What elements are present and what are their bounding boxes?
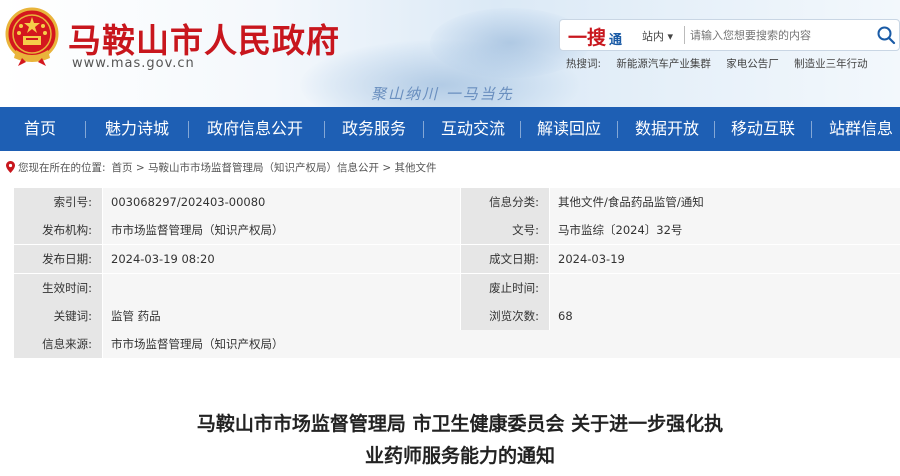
nav-separator: [520, 121, 521, 138]
search-input[interactable]: [690, 25, 870, 45]
meta-label: 发布机构:: [14, 216, 102, 244]
search-box: 一搜通 站内 ▾: [559, 19, 900, 51]
meta-value: [550, 274, 900, 302]
nav-item-interaction[interactable]: 互动交流: [441, 107, 505, 151]
nav-separator: [617, 121, 618, 138]
nav-item-mobile[interactable]: 移动互联: [731, 107, 795, 151]
meta-label: 信息分类:: [461, 188, 549, 216]
meta-value: [103, 274, 460, 302]
search-divider: [684, 26, 685, 44]
meta-label: 浏览次数:: [461, 302, 549, 330]
table-row: 生效时间: 废止时间:: [14, 274, 900, 302]
search-scope-dropdown[interactable]: 站内 ▾: [642, 28, 673, 44]
search-logo: 一搜通: [568, 23, 622, 50]
location-pin-icon: [6, 161, 15, 173]
hot-search-term[interactable]: 制造业三年行动: [794, 58, 868, 70]
meta-value: 市市场监督管理局（知识产权局）: [103, 330, 900, 358]
meta-label: 关键词:: [14, 302, 102, 330]
nav-item-site-group[interactable]: 站群信息: [829, 107, 893, 151]
nav-separator: [423, 121, 424, 138]
article-title: 马鞍山市市场监督管理局 市卫生健康委员会 关于进一步强化执 业药师服务能力的通知: [150, 408, 770, 472]
search-icon[interactable]: [876, 25, 896, 45]
meta-value: 68: [550, 302, 900, 330]
meta-label: 文号:: [461, 216, 549, 244]
meta-value: 其他文件/食品药品监管/通知: [550, 188, 900, 216]
site-header: 马鞍山市人民政府 www.mas.gov.cn 聚山纳川 一马当先 一搜通 站内…: [0, 0, 900, 107]
breadcrumb: 您现在所在的位置: 首页 > 马鞍山市市场监督管理局（知识产权局）信息公开 > 其…: [6, 160, 437, 175]
meta-label: 发布日期:: [14, 245, 102, 273]
table-row: 信息来源: 市市场监督管理局（知识产权局）: [14, 330, 900, 358]
nav-item-open-data[interactable]: 数据开放: [635, 107, 699, 151]
meta-value: 市市场监督管理局（知识产权局）: [103, 216, 460, 244]
nav-item-gov-info[interactable]: 政府信息公开: [207, 107, 303, 151]
nav-separator: [324, 121, 325, 138]
table-row: 发布日期: 2024-03-19 08:20 成文日期: 2024-03-19: [14, 245, 900, 273]
nav-separator: [85, 121, 86, 138]
national-emblem-icon: [5, 7, 59, 66]
meta-label: 信息来源:: [14, 330, 102, 358]
meta-label: 成文日期:: [461, 245, 549, 273]
nav-separator: [714, 121, 715, 138]
search-logo-sub: 通: [609, 33, 623, 48]
site-title[interactable]: 马鞍山市人民政府: [68, 14, 340, 62]
nav-separator: [811, 121, 812, 138]
nav-item-interpretation[interactable]: 解读回应: [537, 107, 601, 151]
main-nav: 首页 魅力诗城 政府信息公开 政务服务 互动交流 解读回应 数据开放 移动互联 …: [0, 107, 900, 151]
meta-value: 2024-03-19 08:20: [103, 245, 460, 273]
table-row: 关键词: 监管 药品 浏览次数: 68: [14, 302, 900, 330]
table-row: 发布机构: 市市场监督管理局（知识产权局） 文号: 马市监综〔2024〕32号: [14, 216, 900, 244]
breadcrumb-path[interactable]: 首页 > 马鞍山市市场监督管理局（知识产权局）信息公开 > 其他文件: [112, 162, 437, 174]
meta-value: 马市监综〔2024〕32号: [550, 216, 900, 244]
document-metadata-table: 索引号: 003068297/202403-00080 信息分类: 其他文件/食…: [14, 188, 900, 358]
hot-search-term[interactable]: 家电公告厂: [726, 58, 779, 70]
hot-search-term[interactable]: 新能源汽车产业集群: [616, 58, 711, 70]
article-title-line: 业药师服务能力的通知: [364, 445, 555, 467]
meta-label: 废止时间:: [461, 274, 549, 302]
table-row: 索引号: 003068297/202403-00080 信息分类: 其他文件/食…: [14, 188, 900, 216]
site-url: www.mas.gov.cn: [72, 56, 195, 71]
hot-search-label: 热搜词:: [566, 58, 602, 70]
nav-item-charm-city[interactable]: 魅力诗城: [105, 107, 169, 151]
breadcrumb-prefix: 您现在所在的位置:: [18, 162, 106, 174]
meta-value: 2024-03-19: [550, 245, 900, 273]
meta-value: 003068297/202403-00080: [103, 188, 460, 216]
header-slogan: 聚山纳川 一马当先: [371, 85, 514, 103]
meta-label: 生效时间:: [14, 274, 102, 302]
nav-item-gov-services[interactable]: 政务服务: [342, 107, 406, 151]
search-logo-main: 一搜: [568, 27, 607, 49]
article-title-line: 马鞍山市市场监督管理局 市卫生健康委员会 关于进一步强化执: [196, 413, 724, 435]
meta-label: 索引号:: [14, 188, 102, 216]
nav-separator: [188, 121, 189, 138]
hot-search-terms: 热搜词: 新能源汽车产业集群 家电公告厂 制造业三年行动: [566, 56, 880, 71]
meta-value: 监管 药品: [103, 302, 460, 330]
nav-item-home[interactable]: 首页: [24, 107, 56, 151]
